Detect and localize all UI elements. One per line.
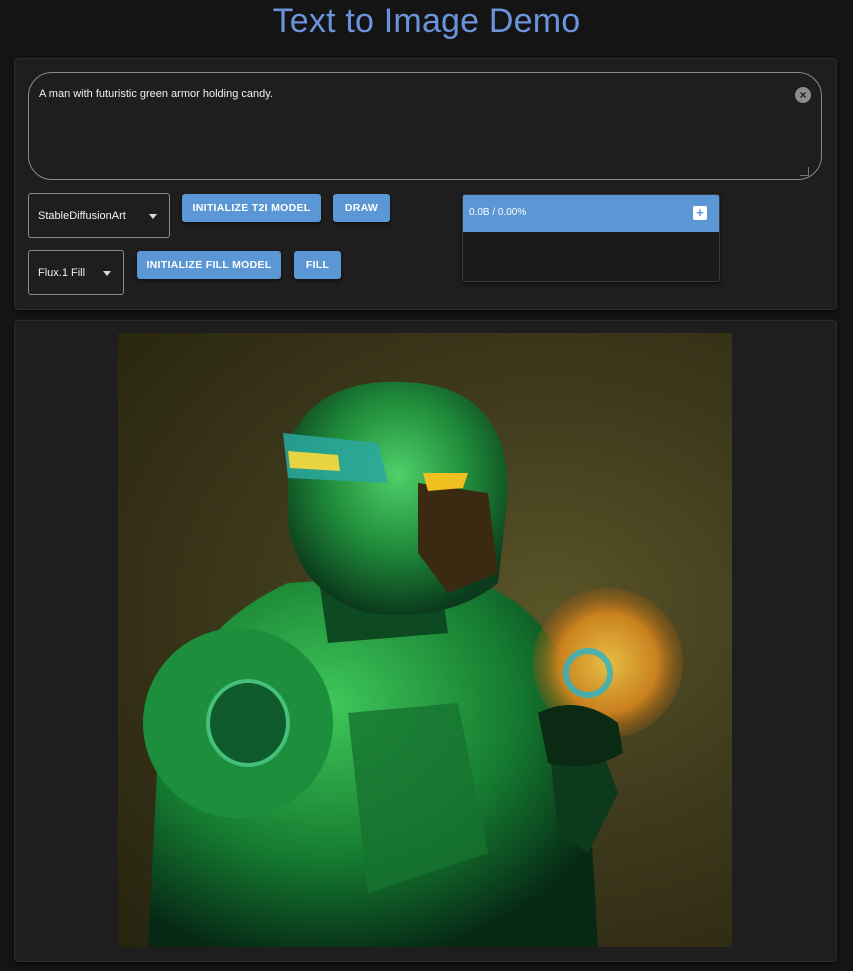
resize-grip-icon[interactable] — [800, 167, 809, 176]
controls-panel: A man with futuristic green armor holdin… — [14, 58, 837, 310]
clear-icon[interactable]: × — [795, 87, 811, 103]
model-select[interactable]: StableDiffusionArt — [28, 193, 170, 238]
prompt-text[interactable]: A man with futuristic green armor holdin… — [39, 88, 273, 100]
prompt-input[interactable]: A man with futuristic green armor holdin… — [28, 72, 822, 180]
model-select-value: StableDiffusionArt — [38, 209, 126, 222]
armored-figure-illustration — [143, 381, 683, 947]
fill-select-value: Flux.1 Fill — [38, 266, 86, 279]
page-title: Text to Image Demo — [272, 2, 581, 40]
fill-button[interactable]: FILL — [294, 251, 341, 279]
plus-icon[interactable]: + — [693, 206, 707, 220]
image-panel — [14, 320, 837, 962]
progress-text: 0.0B / 0.00% — [469, 207, 527, 218]
progress-card: 0.0B / 0.00% + — [462, 194, 720, 282]
generated-image — [118, 333, 732, 947]
fill-model-select[interactable]: Flux.1 Fill — [28, 250, 124, 295]
initialize-fill-model-button[interactable]: INITIALIZE FILL MODEL — [137, 251, 281, 279]
chevron-down-icon — [149, 213, 157, 219]
progress-header: 0.0B / 0.00% + — [463, 195, 719, 232]
draw-button[interactable]: DRAW — [333, 194, 390, 222]
initialize-t2i-model-button[interactable]: INITIALIZE T2I MODEL — [182, 194, 321, 222]
chevron-down-icon — [103, 270, 111, 276]
